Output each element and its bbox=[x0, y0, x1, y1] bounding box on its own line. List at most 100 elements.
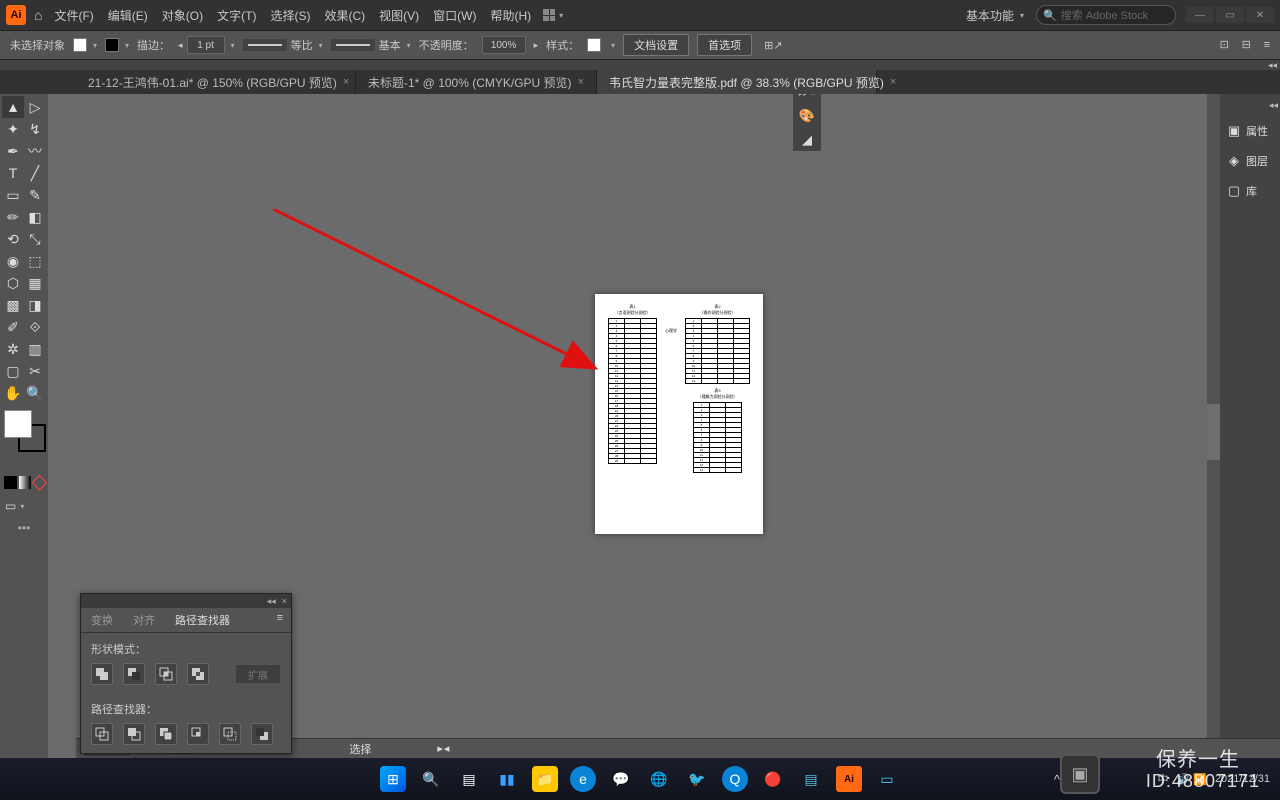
file-explorer[interactable]: 📁 bbox=[532, 766, 558, 792]
workspace-switcher[interactable]: 基本功能 ▾ bbox=[960, 5, 1030, 26]
draw-mode-icons[interactable] bbox=[2, 476, 46, 489]
task-view[interactable]: ▤ bbox=[456, 766, 482, 792]
wechat[interactable]: 💬 bbox=[608, 766, 634, 792]
taskbar-app-2[interactable]: 🐦 bbox=[684, 766, 710, 792]
illustrator-taskbar[interactable]: Ai bbox=[836, 766, 862, 792]
menu-view[interactable]: 视图(V) bbox=[379, 7, 419, 24]
perspective-tool[interactable]: ▦ bbox=[24, 272, 46, 294]
paintbrush-tool[interactable]: ✎ bbox=[24, 184, 46, 206]
pathfinder-tab[interactable]: 路径查找器 bbox=[165, 608, 240, 632]
qq-browser[interactable]: Q bbox=[722, 766, 748, 792]
window-restore-button[interactable]: ▭ bbox=[1216, 7, 1244, 23]
screen-mode[interactable]: ▭▾ bbox=[2, 499, 46, 513]
selection-tool[interactable]: ▲ bbox=[2, 96, 24, 118]
stroke-swatch[interactable] bbox=[105, 38, 119, 52]
layers-panel-button[interactable]: ◈图层 bbox=[1222, 151, 1278, 171]
transform-tab[interactable]: 变换 bbox=[81, 608, 123, 632]
vertical-scrollbar[interactable] bbox=[1207, 94, 1220, 758]
collapse-ribbon[interactable]: ◂◂ bbox=[1268, 60, 1277, 71]
align-tab[interactable]: 对齐 bbox=[123, 608, 165, 632]
symbol-sprayer-tool[interactable]: ✲ bbox=[2, 338, 24, 360]
menu-file[interactable]: 文件(F) bbox=[54, 7, 93, 24]
start-button[interactable]: ⊞ bbox=[380, 766, 406, 792]
panel-collapse-icon[interactable]: ◂◂ bbox=[267, 596, 276, 607]
rotate-tool[interactable]: ⟲ bbox=[2, 228, 24, 250]
opacity-value[interactable]: 100% bbox=[482, 36, 526, 54]
hand-tool[interactable]: ✋ bbox=[2, 382, 24, 404]
menu-edit[interactable]: 编辑(E) bbox=[108, 7, 148, 24]
opacity-more[interactable]: ▸ bbox=[534, 40, 539, 51]
fill-swatch[interactable] bbox=[73, 38, 87, 52]
blend-tool[interactable]: ⟐ bbox=[24, 316, 46, 338]
pen-tool[interactable]: ✒ bbox=[2, 140, 24, 162]
menu-object[interactable]: 对象(O) bbox=[162, 7, 203, 24]
align-icon[interactable]: ⊞↗ bbox=[764, 39, 782, 52]
doc-tab-0[interactable]: 21-12-王鸿伟-01.ai* @ 150% (RGB/GPU 预览)× bbox=[76, 70, 356, 94]
scale-tool[interactable]: ⤡ bbox=[24, 228, 46, 250]
line-tool[interactable]: ╱ bbox=[24, 162, 46, 184]
crop-button[interactable] bbox=[187, 723, 209, 745]
collapse-panels[interactable]: ◂◂ bbox=[1222, 100, 1278, 111]
close-icon[interactable]: × bbox=[890, 76, 896, 88]
search-stock[interactable]: 🔍 搜索 Adobe Stock bbox=[1036, 5, 1176, 25]
taskbar-app-3[interactable]: 🔴 bbox=[760, 766, 786, 792]
edit-toolbar[interactable]: ••• bbox=[2, 521, 46, 535]
expand-button[interactable]: 扩展 bbox=[235, 664, 281, 684]
curvature-tool[interactable]: 〰 bbox=[24, 140, 46, 162]
merge-button[interactable] bbox=[155, 723, 177, 745]
doc-tab-2[interactable]: 韦氏智力量表完整版.pdf @ 38.3% (RGB/GPU 预览)× bbox=[597, 70, 877, 94]
unite-button[interactable] bbox=[91, 663, 113, 685]
artboard-tool[interactable]: ▢ bbox=[2, 360, 24, 382]
preferences-button[interactable]: 首选项 bbox=[697, 34, 752, 56]
menu-select[interactable]: 选择(S) bbox=[270, 7, 310, 24]
gradient-tool[interactable]: ◨ bbox=[24, 294, 46, 316]
menu-window[interactable]: 窗口(W) bbox=[433, 7, 476, 24]
panel-menu-icon[interactable]: ≡ bbox=[1264, 39, 1270, 51]
gradient-panel-icon[interactable]: ◢ bbox=[798, 131, 816, 149]
taskbar-app-4[interactable]: ▤ bbox=[798, 766, 824, 792]
eyedropper-tool[interactable]: ✐ bbox=[2, 316, 24, 338]
taskbar-app-5[interactable]: ▭ bbox=[874, 766, 900, 792]
stroke-decrease[interactable]: ◂ bbox=[178, 40, 183, 51]
exclude-button[interactable] bbox=[187, 663, 209, 685]
scroll-left[interactable]: ▸ bbox=[437, 742, 443, 755]
shaper-tool[interactable]: ✏ bbox=[2, 206, 24, 228]
zoom-tool[interactable]: 🔍 bbox=[24, 382, 46, 404]
collapse-icon[interactable]: ▸▸ × bbox=[799, 94, 816, 99]
color-panel-icon[interactable]: 🎨 bbox=[798, 107, 816, 125]
brush-def[interactable] bbox=[331, 39, 375, 51]
menu-help[interactable]: 帮助(H) bbox=[490, 7, 531, 24]
slice-tool[interactable]: ✂ bbox=[24, 360, 46, 382]
menu-type[interactable]: 文字(T) bbox=[217, 7, 256, 24]
stroke-weight[interactable]: 1 pt bbox=[187, 36, 225, 54]
menu-effect[interactable]: 效果(C) bbox=[324, 7, 365, 24]
chrome[interactable]: 🌐 bbox=[646, 766, 672, 792]
style-swatch[interactable] bbox=[587, 38, 601, 52]
type-tool[interactable]: T bbox=[2, 162, 24, 184]
edge-browser[interactable]: e bbox=[570, 766, 596, 792]
close-icon[interactable]: × bbox=[343, 76, 349, 88]
shape-builder-tool[interactable]: ⬡ bbox=[2, 272, 24, 294]
minus-back-button[interactable] bbox=[251, 723, 273, 745]
divide-button[interactable] bbox=[91, 723, 113, 745]
home-icon[interactable]: ⌂ bbox=[34, 7, 42, 23]
window-close-button[interactable]: ✕ bbox=[1246, 7, 1274, 23]
lasso-tool[interactable]: ↯ bbox=[24, 118, 46, 140]
transform-icon[interactable]: ⊡ bbox=[1220, 38, 1234, 52]
outline-button[interactable] bbox=[219, 723, 241, 745]
minus-front-button[interactable] bbox=[123, 663, 145, 685]
scroll-right[interactable]: ◂ bbox=[444, 742, 450, 755]
properties-panel-button[interactable]: ▣属性 bbox=[1222, 121, 1278, 141]
close-icon[interactable]: × bbox=[578, 76, 584, 88]
eraser-tool[interactable]: ◧ bbox=[24, 206, 46, 228]
libraries-panel-button[interactable]: ▢库 bbox=[1222, 181, 1278, 201]
trim-button[interactable] bbox=[123, 723, 145, 745]
document-setup-button[interactable]: 文档设置 bbox=[623, 34, 689, 56]
fill-stroke-colors[interactable] bbox=[4, 410, 46, 452]
taskbar-app-1[interactable]: ▮▮ bbox=[494, 766, 520, 792]
panel-close-icon[interactable]: × bbox=[282, 596, 287, 606]
width-tool[interactable]: ◉ bbox=[2, 250, 24, 272]
free-transform-tool[interactable]: ⬚ bbox=[24, 250, 46, 272]
intersect-button[interactable] bbox=[155, 663, 177, 685]
panel-menu-icon[interactable]: ≡ bbox=[269, 608, 291, 632]
